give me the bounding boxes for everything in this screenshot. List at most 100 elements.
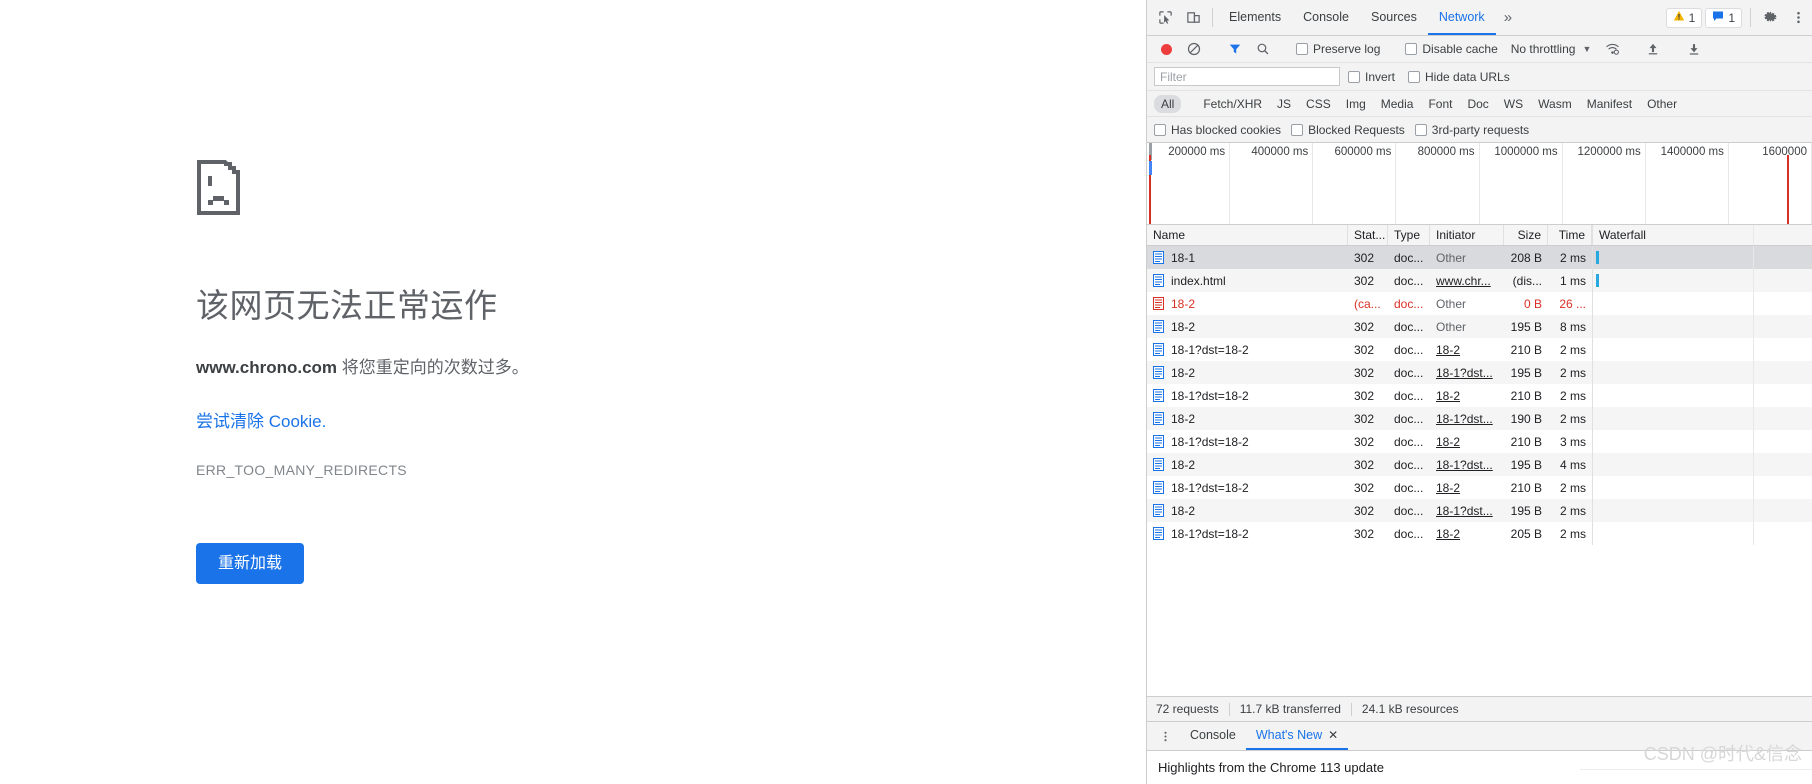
cell-waterfall: [1592, 453, 1812, 476]
inspect-cursor-icon[interactable]: [1151, 0, 1179, 35]
tab-console[interactable]: Console: [1292, 0, 1360, 35]
document-icon: [1153, 251, 1164, 264]
table-row[interactable]: 18-1?dst=18-2 302 doc... 18-2 205 B 2 ms: [1147, 522, 1812, 545]
warning-triangle-icon: [1673, 10, 1685, 25]
cell-status: 302: [1354, 526, 1375, 541]
cell-initiator[interactable]: 18-2: [1430, 476, 1504, 499]
column-header-type[interactable]: Type: [1388, 225, 1430, 245]
drawer-tab-console[interactable]: Console: [1180, 722, 1246, 750]
type-filter-wasm[interactable]: Wasm: [1531, 95, 1579, 113]
filter-input[interactable]: [1154, 67, 1340, 86]
blocked-requests-checkbox[interactable]: Blocked Requests: [1291, 123, 1405, 137]
cell-initiator[interactable]: 18-2: [1430, 430, 1504, 453]
table-row[interactable]: 18-2 302 doc... 18-1?dst... 195 B 2 ms: [1147, 499, 1812, 522]
cell-time: 2 ms: [1559, 250, 1586, 265]
drawer-more-vertical-icon[interactable]: [1151, 722, 1180, 750]
funnel-icon[interactable]: [1222, 37, 1248, 61]
cell-initiator[interactable]: www.chr...: [1430, 269, 1504, 292]
type-filter-manifest[interactable]: Manifest: [1580, 95, 1639, 113]
record-dot-icon[interactable]: [1153, 37, 1179, 61]
cell-initiator[interactable]: 18-2: [1430, 522, 1504, 545]
table-row[interactable]: 18-2 302 doc... 18-1?dst... 195 B 4 ms: [1147, 453, 1812, 476]
tab-network[interactable]: Network: [1427, 0, 1496, 35]
table-row[interactable]: 18-1?dst=18-2 302 doc... 18-2 210 B 2 ms: [1147, 476, 1812, 499]
cell-status: 302: [1354, 503, 1375, 518]
cell-size: 205 B: [1510, 526, 1542, 541]
cell-time: 2 ms: [1559, 411, 1586, 426]
table-row[interactable]: 18-1?dst=18-2 302 doc... 18-2 210 B 2 ms: [1147, 384, 1812, 407]
download-arrow-icon[interactable]: [1681, 37, 1707, 61]
filter-bar: Invert Hide data URLs: [1147, 63, 1812, 91]
cell-status: 302: [1354, 480, 1375, 495]
table-row[interactable]: 18-2 302 doc... Other 195 B 8 ms: [1147, 315, 1812, 338]
reload-button[interactable]: 重新加载: [196, 543, 305, 585]
document-icon: [1153, 343, 1164, 356]
table-row[interactable]: index.html 302 doc... www.chr... (dis... 1 ms: [1147, 269, 1812, 292]
type-filter-css[interactable]: CSS: [1299, 95, 1338, 113]
cell-waterfall: [1592, 499, 1812, 522]
type-filter-all[interactable]: All: [1154, 94, 1182, 113]
more-vertical-icon[interactable]: [1784, 0, 1812, 35]
message-badge[interactable]: 1: [1705, 7, 1742, 28]
type-filter-fetch-xhr[interactable]: Fetch/XHR: [1196, 95, 1269, 113]
table-row[interactable]: 18-1?dst=18-2 302 doc... 18-2 210 B 2 ms: [1147, 338, 1812, 361]
clear-cookie-link[interactable]: 尝试清除 Cookie.: [196, 407, 876, 432]
type-filter-doc[interactable]: Doc: [1460, 95, 1495, 113]
type-filter-img[interactable]: Img: [1339, 95, 1373, 113]
hide-data-urls-checkbox[interactable]: Hide data URLs: [1403, 70, 1515, 84]
warning-badge[interactable]: 1: [1665, 7, 1703, 28]
type-filter-other[interactable]: Other: [1640, 95, 1684, 113]
type-filter-js[interactable]: JS: [1270, 95, 1298, 113]
cell-initiator[interactable]: 18-1?dst...: [1430, 361, 1504, 384]
type-filter-font[interactable]: Font: [1421, 95, 1459, 113]
column-header-size[interactable]: Size: [1504, 225, 1548, 245]
cell-size: (dis...: [1512, 273, 1542, 288]
type-filter-ws[interactable]: WS: [1497, 95, 1530, 113]
cell-initiator[interactable]: 18-1?dst...: [1430, 407, 1504, 430]
clear-prohibited-icon[interactable]: [1181, 37, 1207, 61]
overview-tick-label: 1200000 ms: [1577, 146, 1641, 158]
type-filter-media[interactable]: Media: [1374, 95, 1421, 113]
table-row[interactable]: 18-2 302 doc... 18-1?dst... 190 B 2 ms: [1147, 407, 1812, 430]
column-header-waterfall[interactable]: Waterfall: [1592, 225, 1812, 245]
column-header-time[interactable]: Time: [1548, 225, 1592, 245]
throttling-select[interactable]: No throttling ▼: [1505, 42, 1598, 56]
drawer-tab-whats-new[interactable]: What's New ✕: [1245, 722, 1349, 750]
device-toolbar-icon[interactable]: [1179, 0, 1207, 35]
magnifier-icon[interactable]: [1250, 37, 1276, 61]
request-name: 18-2: [1171, 296, 1196, 311]
cell-type: doc...: [1394, 434, 1424, 449]
table-row[interactable]: 18-1?dst=18-2 302 doc... 18-2 210 B 3 ms: [1147, 430, 1812, 453]
preserve-log-checkbox[interactable]: Preserve log: [1291, 42, 1385, 56]
column-header-status[interactable]: Stat...: [1348, 225, 1388, 245]
column-header-initiator[interactable]: Initiator: [1430, 225, 1504, 245]
tab-elements[interactable]: Elements: [1218, 0, 1292, 35]
table-row[interactable]: 18-2 302 doc... 18-1?dst... 195 B 2 ms: [1147, 361, 1812, 384]
request-name: 18-2: [1171, 503, 1196, 518]
third-party-requests-checkbox[interactable]: 3rd-party requests: [1414, 123, 1529, 137]
cell-time: 4 ms: [1559, 457, 1586, 472]
cell-initiator[interactable]: 18-1?dst...: [1430, 499, 1504, 522]
close-icon[interactable]: ✕: [1328, 728, 1338, 742]
overview-tick-label: 600000 ms: [1334, 146, 1392, 158]
table-row[interactable]: 18-1 302 doc... Other 208 B 2 ms: [1147, 246, 1812, 269]
tab-sources[interactable]: Sources: [1360, 0, 1428, 35]
error-page: 该网页无法正常运作 www.chrono.com 将您重定向的次数过多。 尝试清…: [0, 0, 1146, 784]
network-conditions-icon[interactable]: [1599, 37, 1625, 61]
invert-checkbox[interactable]: Invert: [1343, 70, 1400, 84]
cell-initiator[interactable]: 18-2: [1430, 384, 1504, 407]
cell-initiator[interactable]: 18-1?dst...: [1430, 453, 1504, 476]
cell-name: 18-1?dst=18-2: [1147, 430, 1348, 453]
overview-tick: 1200000 ms: [1563, 143, 1646, 224]
has-blocked-cookies-checkbox[interactable]: Has blocked cookies: [1154, 123, 1281, 137]
network-overview-timeline[interactable]: 200000 ms 400000 ms 600000 ms 800000 ms …: [1147, 143, 1812, 225]
disable-cache-checkbox[interactable]: Disable cache: [1400, 42, 1502, 56]
upload-arrow-icon[interactable]: [1640, 37, 1666, 61]
cell-name: 18-2: [1147, 315, 1348, 338]
cell-initiator[interactable]: 18-2: [1430, 338, 1504, 361]
cell-waterfall: [1592, 522, 1812, 545]
more-tabs-icon[interactable]: »: [1496, 0, 1520, 35]
column-header-name[interactable]: Name: [1147, 225, 1348, 245]
table-row[interactable]: 18-2 (ca... doc... Other 0 B 26 ...: [1147, 292, 1812, 315]
gear-icon[interactable]: [1756, 0, 1784, 35]
